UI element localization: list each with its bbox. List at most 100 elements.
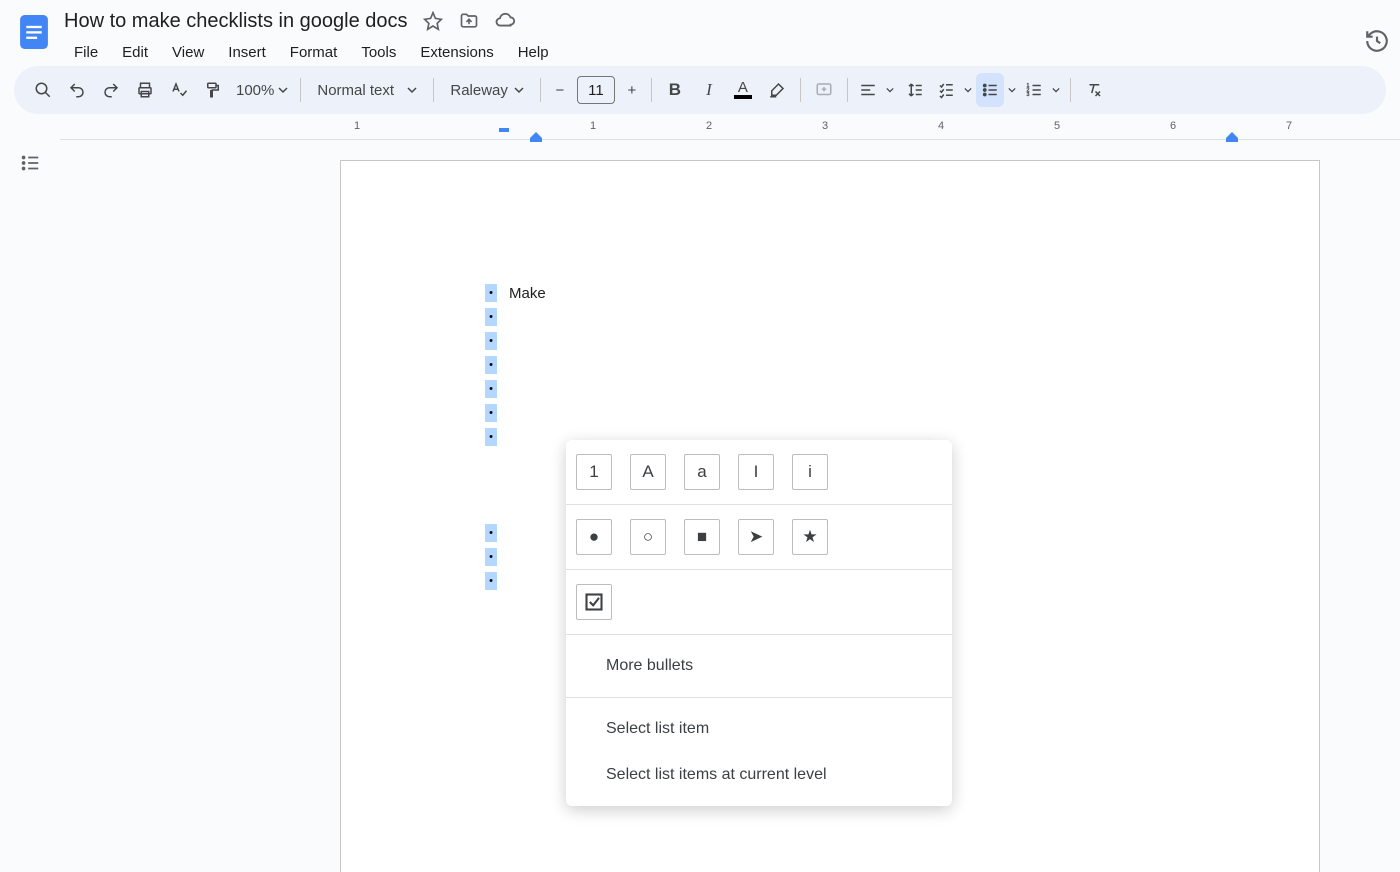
separator — [1070, 78, 1071, 102]
font-family-dropdown[interactable]: Raleway — [440, 82, 534, 99]
toolbar-container: 100% Normal text Raleway − + B I A — [0, 60, 1400, 120]
menu-bar: File Edit View Insert Format Tools Exten… — [64, 40, 559, 65]
print-icon[interactable] — [128, 73, 162, 107]
ruler-tick: 5 — [1054, 120, 1060, 132]
bullet-marker[interactable] — [485, 548, 497, 566]
more-bullets-item[interactable]: More bullets — [566, 643, 952, 689]
numbered-list-dropdown[interactable]: 123 — [1020, 73, 1064, 107]
menu-view[interactable]: View — [162, 40, 214, 65]
cloud-status-icon[interactable] — [494, 10, 516, 32]
bullet-arrow-icon[interactable]: ➤ — [738, 519, 774, 555]
title-block: How to make checklists in google docs Fi… — [64, 6, 559, 65]
select-list-items-current-level[interactable]: Select list items at current level — [566, 752, 952, 798]
checklist-dropdown[interactable] — [932, 73, 976, 107]
bullet-open-circle-icon[interactable]: ○ — [630, 519, 666, 555]
list-preset-upper-roman[interactable]: I — [738, 454, 774, 490]
menu-help[interactable]: Help — [508, 40, 559, 65]
star-icon[interactable] — [422, 10, 444, 32]
left-gutter — [0, 140, 60, 872]
menu-extensions[interactable]: Extensions — [410, 40, 503, 65]
workspace: Make 1 A a I i ● — [0, 140, 1400, 872]
bullet-marker[interactable] — [485, 284, 497, 302]
bullet-filled-circle-icon[interactable]: ● — [576, 519, 612, 555]
chevron-down-icon — [1048, 86, 1064, 94]
ruler-tick: 1 — [354, 120, 360, 132]
font-size-decrease[interactable]: − — [547, 73, 573, 107]
separator — [847, 78, 848, 102]
insert-comment-icon[interactable] — [807, 73, 841, 107]
font-size-input[interactable] — [577, 76, 615, 104]
redo-icon[interactable] — [94, 73, 128, 107]
bullet-marker[interactable] — [485, 404, 497, 422]
ruler-tick: 7 — [1286, 120, 1292, 132]
italic-icon[interactable]: I — [692, 73, 726, 107]
spellcheck-icon[interactable] — [162, 73, 196, 107]
indent-first-line-marker[interactable] — [498, 128, 510, 138]
bullet-marker[interactable] — [485, 332, 497, 350]
app-header: How to make checklists in google docs Fi… — [0, 0, 1400, 60]
search-icon[interactable] — [26, 73, 60, 107]
text-color-icon[interactable]: A — [726, 73, 760, 107]
bullet-marker[interactable] — [485, 308, 497, 326]
bullet-formats-row: ● ○ ■ ➤ ★ — [566, 505, 952, 570]
paragraph-style-dropdown[interactable]: Normal text — [307, 82, 427, 99]
list-preset-upper-alpha[interactable]: A — [630, 454, 666, 490]
ruler-tick: 3 — [822, 120, 828, 132]
highlight-color-icon[interactable] — [760, 73, 794, 107]
clear-formatting-icon[interactable] — [1077, 73, 1111, 107]
ruler-tick: 6 — [1170, 120, 1176, 132]
bullet-marker[interactable] — [485, 356, 497, 374]
list-preset-decimal[interactable]: 1 — [576, 454, 612, 490]
paragraph-style-label: Normal text — [317, 82, 394, 99]
move-icon[interactable] — [458, 10, 480, 32]
undo-icon[interactable] — [60, 73, 94, 107]
checklist-icon — [932, 73, 960, 107]
bullet-star-icon[interactable]: ★ — [792, 519, 828, 555]
horizontal-ruler[interactable]: 1 1 2 3 4 5 6 7 — [60, 120, 1400, 140]
chevron-down-icon — [1004, 86, 1020, 94]
ruler-tick: 4 — [938, 120, 944, 132]
docs-logo[interactable] — [14, 6, 54, 58]
align-icon — [854, 73, 882, 107]
show-outline-icon[interactable] — [19, 152, 41, 872]
bullet-marker[interactable] — [485, 428, 497, 446]
list-preset-lower-alpha[interactable]: a — [684, 454, 720, 490]
bullet-filled-square-icon[interactable]: ■ — [684, 519, 720, 555]
separator — [800, 78, 801, 102]
version-history-icon[interactable] — [1364, 28, 1390, 54]
chevron-down-icon — [882, 86, 898, 94]
font-family-label: Raleway — [450, 82, 508, 99]
bullet-marker[interactable] — [485, 572, 497, 590]
bullet-marker[interactable] — [485, 380, 497, 398]
bulleted-list-icon — [976, 73, 1004, 107]
ruler-tick: 2 — [706, 120, 712, 132]
font-size-increase[interactable]: + — [619, 73, 645, 107]
menu-file[interactable]: File — [64, 40, 108, 65]
separator — [433, 78, 434, 102]
line-spacing-icon[interactable] — [898, 73, 932, 107]
zoom-value: 100% — [236, 82, 274, 99]
bold-icon[interactable]: B — [658, 73, 692, 107]
number-formats-row: 1 A a I i — [566, 440, 952, 505]
bullet-context-menu: 1 A a I i ● ○ ■ ➤ ★ More bullets — [566, 440, 952, 806]
bullet-marker[interactable] — [485, 524, 497, 542]
zoom-dropdown[interactable]: 100% — [230, 82, 294, 99]
bulleted-list-dropdown[interactable] — [976, 73, 1020, 107]
bullet-checkbox-icon[interactable] — [576, 584, 612, 620]
menu-format[interactable]: Format — [280, 40, 348, 65]
list-item-text[interactable]: Make — [509, 285, 546, 302]
checkbox-format-row — [566, 570, 952, 635]
svg-text:3: 3 — [1026, 92, 1029, 98]
paint-format-icon[interactable] — [196, 73, 230, 107]
separator — [300, 78, 301, 102]
menu-tools[interactable]: Tools — [351, 40, 406, 65]
menu-edit[interactable]: Edit — [112, 40, 158, 65]
select-list-item[interactable]: Select list item — [566, 706, 952, 752]
document-title[interactable]: How to make checklists in google docs — [64, 10, 408, 33]
list-preset-lower-roman[interactable]: i — [792, 454, 828, 490]
separator — [540, 78, 541, 102]
align-dropdown[interactable] — [854, 73, 898, 107]
ruler-tick: 1 — [590, 120, 596, 132]
chevron-down-icon — [960, 86, 976, 94]
menu-insert[interactable]: Insert — [218, 40, 276, 65]
